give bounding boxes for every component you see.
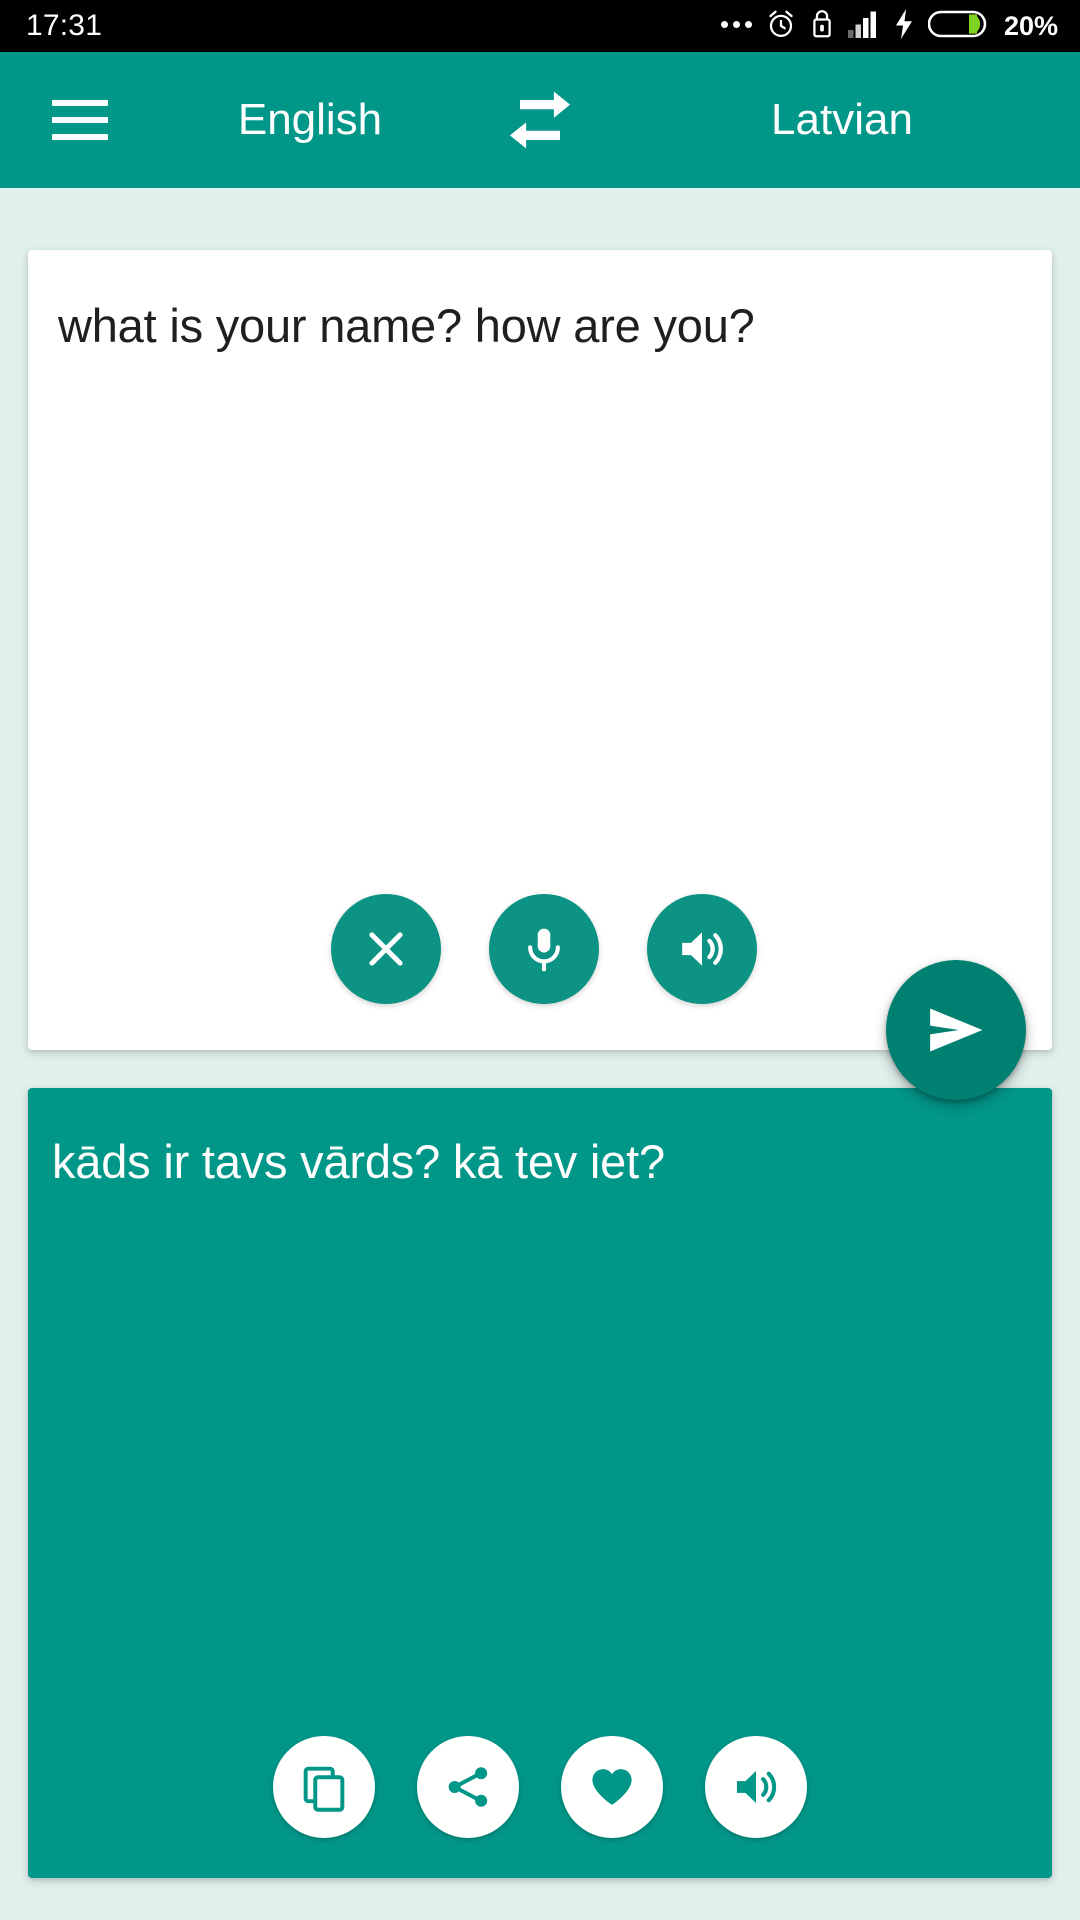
hamburger-line [52,100,108,106]
battery-percent-label: 20% [1003,10,1058,41]
charging-bolt-icon [894,8,914,44]
signal-bars-icon [847,10,880,43]
status-icons-group: 20% [720,8,1058,45]
app-bar: English Latvian [0,52,1080,188]
target-speaker-button[interactable] [705,1736,807,1838]
translation-content: what is your name? how are you? kāds ir … [0,188,1080,1920]
source-text-input[interactable]: what is your name? how are you? [58,296,1012,355]
battery-icon [927,9,990,44]
voice-input-button[interactable] [489,894,599,1004]
status-time: 17:31 [26,9,103,42]
translate-send-button[interactable] [886,960,1026,1100]
hamburger-line [52,117,108,123]
swap-languages-icon[interactable] [498,78,582,162]
copy-button[interactable] [273,1736,375,1838]
hamburger-line [52,134,108,140]
screen-lock-icon [810,8,834,45]
source-language-selector[interactable]: English [180,95,440,145]
status-bar: 17:31 20% [0,0,1080,52]
target-language-selector[interactable]: Latvian [692,95,992,145]
hamburger-menu-icon[interactable] [52,100,108,140]
share-button[interactable] [417,1736,519,1838]
target-text-card[interactable]: kāds ir tavs vārds? kā tev iet? [28,1088,1052,1878]
source-text-card[interactable]: what is your name? how are you? [28,250,1052,1050]
clear-text-button[interactable] [331,894,441,1004]
source-actions-row [28,894,1052,1004]
alarm-clock-icon [766,8,796,45]
source-speaker-button[interactable] [647,894,757,1004]
more-dots-icon [720,21,752,31]
target-actions-row [28,1736,1052,1838]
favorite-button[interactable] [561,1736,663,1838]
translated-text: kāds ir tavs vārds? kā tev iet? [52,1135,665,1188]
